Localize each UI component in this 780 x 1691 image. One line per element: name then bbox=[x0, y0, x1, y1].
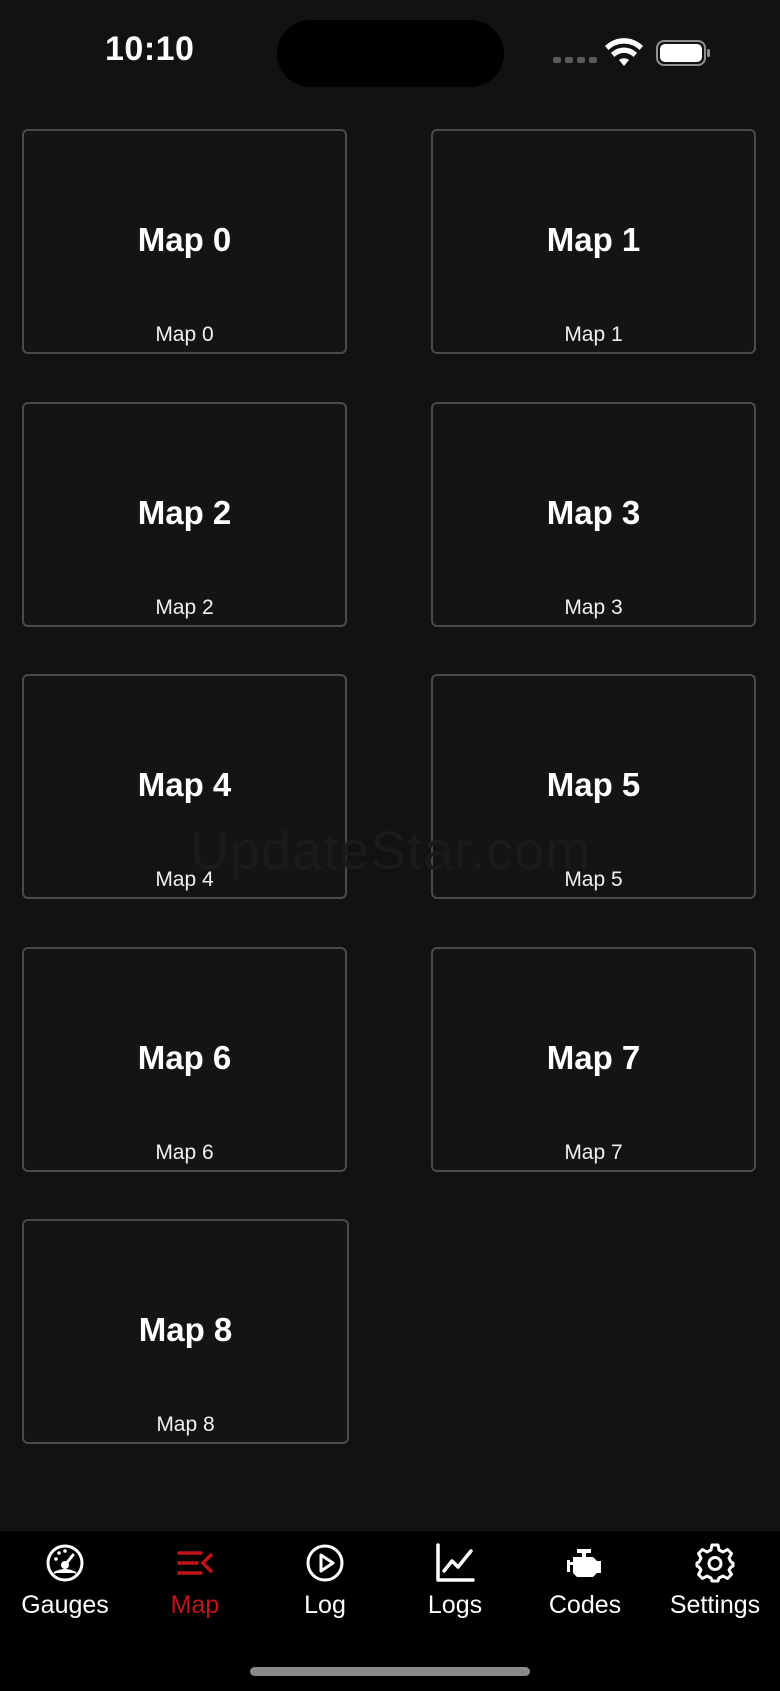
map-caption: Map 3 bbox=[564, 596, 623, 619]
screen: 10:10 Map 0 Map 0 Map 1 Map 1 Map 2 Map … bbox=[0, 0, 780, 1691]
map-card-7[interactable]: Map 7 Map 7 bbox=[431, 947, 756, 1172]
tab-label: Map bbox=[170, 1591, 220, 1619]
map-caption: Map 2 bbox=[155, 596, 214, 619]
tab-logs[interactable]: Logs bbox=[390, 1531, 520, 1641]
map-title: Map 1 bbox=[546, 221, 641, 258]
map-card-3[interactable]: Map 3 Map 3 bbox=[431, 402, 756, 627]
home-indicator[interactable] bbox=[250, 1667, 530, 1676]
tab-codes[interactable]: Codes bbox=[520, 1531, 650, 1641]
tab-label: Gauges bbox=[21, 1591, 109, 1619]
status-bar: 10:10 bbox=[0, 0, 780, 110]
map-title: Map 6 bbox=[137, 1039, 232, 1076]
map-card-8[interactable]: Map 8 Map 8 bbox=[22, 1219, 349, 1444]
map-title: Map 7 bbox=[546, 1039, 641, 1076]
map-card-4[interactable]: Map 4 Map 4 bbox=[22, 674, 347, 899]
dynamic-island bbox=[277, 20, 504, 87]
battery-icon bbox=[656, 40, 710, 66]
map-title: Map 4 bbox=[137, 766, 232, 803]
map-title: Map 5 bbox=[546, 766, 641, 803]
tab-map[interactable]: Map bbox=[130, 1531, 260, 1641]
map-caption: Map 6 bbox=[155, 1141, 214, 1164]
map-title: Map 8 bbox=[138, 1311, 233, 1348]
map-card-1[interactable]: Map 1 Map 1 bbox=[431, 129, 756, 354]
map-title: Map 2 bbox=[137, 494, 232, 531]
map-title: Map 0 bbox=[137, 221, 232, 258]
map-card-5[interactable]: Map 5 Map 5 bbox=[431, 674, 756, 899]
line-chart-icon bbox=[436, 1543, 475, 1582]
map-caption: Map 4 bbox=[155, 868, 214, 891]
status-time: 10:10 bbox=[105, 30, 195, 68]
cellular-signal-icon bbox=[553, 57, 597, 63]
map-caption: Map 5 bbox=[564, 868, 623, 891]
map-caption: Map 0 bbox=[155, 323, 214, 346]
gauge-icon bbox=[46, 1544, 84, 1582]
play-circle-icon bbox=[306, 1544, 344, 1582]
map-card-0[interactable]: Map 0 Map 0 bbox=[22, 129, 347, 354]
gear-icon bbox=[695, 1543, 735, 1583]
map-card-6[interactable]: Map 6 Map 6 bbox=[22, 947, 347, 1172]
wifi-icon bbox=[605, 38, 643, 66]
map-card-2[interactable]: Map 2 Map 2 bbox=[22, 402, 347, 627]
tab-label: Log bbox=[304, 1591, 346, 1619]
tab-settings[interactable]: Settings bbox=[650, 1531, 780, 1641]
tab-label: Logs bbox=[427, 1591, 483, 1619]
tab-label: Codes bbox=[548, 1591, 622, 1619]
tab-log[interactable]: Log bbox=[260, 1531, 390, 1641]
engine-icon bbox=[567, 1549, 601, 1577]
map-caption: Map 1 bbox=[564, 323, 623, 346]
tab-label: Settings bbox=[669, 1591, 761, 1619]
map-caption: Map 7 bbox=[564, 1141, 623, 1164]
map-lines-icon bbox=[177, 1551, 213, 1575]
map-caption: Map 8 bbox=[156, 1413, 215, 1436]
map-title: Map 3 bbox=[546, 494, 641, 531]
tab-gauges[interactable]: Gauges bbox=[0, 1531, 130, 1641]
